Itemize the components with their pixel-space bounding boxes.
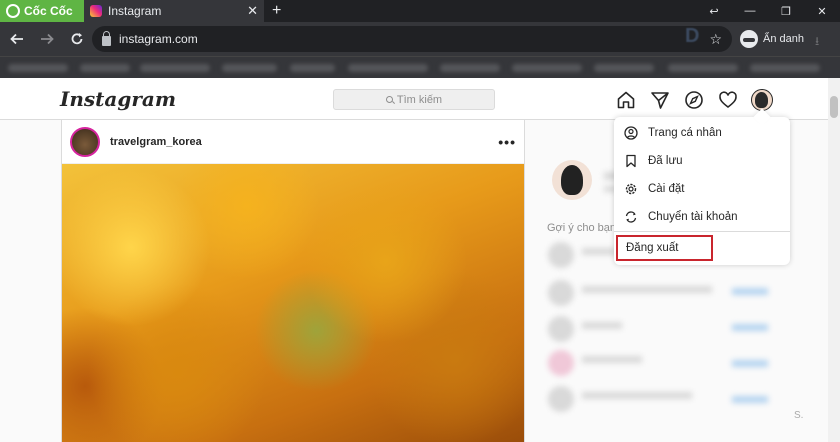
browser-tab-bar: Cốc Cốc Instagram ✕ + ↩ — ❐ ✕ xyxy=(0,0,840,22)
bookmark-item[interactable] xyxy=(348,64,428,72)
suggestion-name-blur xyxy=(582,392,692,399)
menu-item-profile[interactable]: Trang cá nhân xyxy=(614,119,790,147)
menu-item-switch-account[interactable]: Chuyển tài khoản xyxy=(614,203,790,231)
bookmark-icon xyxy=(624,154,638,168)
bookmark-item[interactable] xyxy=(668,64,738,72)
footer-text-fragment: S. xyxy=(794,410,804,421)
bookmark-item[interactable] xyxy=(750,64,820,72)
search-placeholder: Tìm kiếm xyxy=(396,93,443,106)
follow-link-blur[interactable] xyxy=(732,288,768,295)
home-icon[interactable] xyxy=(615,89,637,111)
switch-account-icon xyxy=(624,210,638,224)
search-icon xyxy=(385,96,393,103)
page-scrollbar[interactable] xyxy=(828,78,840,442)
profile-dropdown-menu: Trang cá nhân Đã lưu Cài đặt Chuyển tài … xyxy=(614,117,790,265)
sidebar-user-avatar[interactable] xyxy=(552,160,592,200)
logout-button[interactable]: Đăng xuất xyxy=(616,235,713,261)
back-arrow-icon[interactable] xyxy=(4,26,30,52)
lock-icon xyxy=(102,30,111,46)
post-header: travelgram_korea ••• xyxy=(62,120,524,164)
coccoc-brand[interactable]: Cốc Cốc xyxy=(0,0,84,22)
browser-toolbar: instagram.com ☆ Ẩn danh ⭳ xyxy=(0,22,840,56)
suggestion-name-blur xyxy=(582,248,616,255)
bookmarks-bar xyxy=(0,56,840,78)
activity-heart-icon[interactable] xyxy=(717,89,739,111)
coccoc-logo-icon xyxy=(6,4,20,18)
menu-divider xyxy=(614,231,790,232)
instagram-logo[interactable]: Instagram xyxy=(60,87,176,111)
post-author-avatar[interactable] xyxy=(70,126,100,157)
incognito-label: Ẩn danh xyxy=(763,33,804,45)
tab-close-icon[interactable]: ✕ xyxy=(247,3,258,19)
post-username[interactable]: travelgram_korea xyxy=(110,136,488,148)
download-icon[interactable]: ⭳ xyxy=(815,32,819,53)
tab-title: Instagram xyxy=(108,4,162,18)
logout-label: Đăng xuất xyxy=(626,242,679,254)
direct-message-icon[interactable] xyxy=(649,89,671,111)
post-image[interactable] xyxy=(62,164,524,442)
incognito-indicator[interactable]: Ẩn danh xyxy=(740,28,804,50)
settings-icon xyxy=(624,182,638,196)
instagram-header: Instagram Tìm kiếm xyxy=(0,78,840,120)
restore-button[interactable]: ❐ xyxy=(768,0,804,22)
url-text: instagram.com xyxy=(119,32,198,46)
more-options-icon[interactable]: ••• xyxy=(498,134,516,150)
bookmark-item[interactable] xyxy=(440,64,500,72)
minimize-button[interactable]: — xyxy=(732,0,768,22)
menu-item-label: Trang cá nhân xyxy=(648,127,722,139)
instagram-nav xyxy=(615,89,773,111)
reload-icon[interactable] xyxy=(64,26,90,52)
new-tab-button[interactable]: + xyxy=(272,2,281,20)
scrollbar-thumb[interactable] xyxy=(830,96,838,118)
profile-icon xyxy=(624,126,638,140)
suggestion-avatar[interactable] xyxy=(548,280,574,306)
bookmark-item[interactable] xyxy=(8,64,68,72)
incognito-icon xyxy=(740,30,758,48)
search-input[interactable]: Tìm kiếm xyxy=(333,89,495,110)
menu-item-label: Chuyển tài khoản xyxy=(648,211,738,223)
follow-link-blur[interactable] xyxy=(732,396,768,403)
menu-item-settings[interactable]: Cài đặt xyxy=(614,175,790,203)
bookmark-item[interactable] xyxy=(80,64,130,72)
suggestion-avatar[interactable] xyxy=(548,316,574,342)
window-back-icon[interactable]: ↩ xyxy=(696,0,732,22)
address-bar[interactable]: instagram.com ☆ xyxy=(92,26,732,52)
forward-arrow-icon[interactable] xyxy=(34,26,60,52)
bookmark-item[interactable] xyxy=(222,64,277,72)
follow-link-blur[interactable] xyxy=(732,324,768,331)
tab-instagram[interactable]: Instagram ✕ xyxy=(84,0,264,22)
suggestion-avatar[interactable] xyxy=(548,242,574,268)
follow-link-blur[interactable] xyxy=(732,360,768,367)
suggestion-name-blur xyxy=(582,322,622,329)
close-window-button[interactable]: ✕ xyxy=(804,0,840,22)
suggestion-avatar[interactable] xyxy=(548,350,574,376)
menu-item-saved[interactable]: Đã lưu xyxy=(614,147,790,175)
menu-item-label: Đã lưu xyxy=(648,155,683,167)
brand-label: Cốc Cốc xyxy=(24,4,73,18)
explore-compass-icon[interactable] xyxy=(683,89,705,111)
instagram-favicon-icon xyxy=(90,5,102,17)
bookmark-item[interactable] xyxy=(140,64,210,72)
suggestions-title: Gợi ý cho bạn xyxy=(547,222,616,234)
bookmark-item[interactable] xyxy=(290,64,335,72)
feed-post: travelgram_korea ••• xyxy=(61,120,525,442)
menu-item-label: Cài đặt xyxy=(648,183,685,195)
watermark-logo: D xyxy=(685,25,700,47)
suggestion-avatar[interactable] xyxy=(548,386,574,412)
bookmark-item[interactable] xyxy=(512,64,582,72)
suggestion-name-blur xyxy=(582,356,642,363)
bookmark-item[interactable] xyxy=(594,64,654,72)
window-controls: ↩ — ❐ ✕ xyxy=(696,0,840,22)
bookmark-star-icon[interactable]: ☆ xyxy=(709,31,722,48)
suggestion-name-blur xyxy=(582,286,712,293)
